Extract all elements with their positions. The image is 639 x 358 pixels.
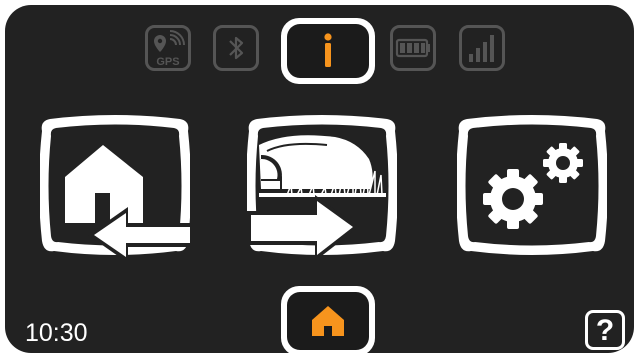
start-tile[interactable] [247,115,397,257]
gps-label: GPS [156,56,179,68]
settings-gears-icon [457,115,607,255]
park-tile[interactable] [40,115,190,257]
start-mowing-icon [247,115,397,257]
gps-status-icon[interactable]: GPS [145,25,191,71]
info-button[interactable] [281,18,375,84]
settings-tile[interactable] [457,115,607,257]
home-button[interactable] [281,286,375,353]
cellular-signal-icon[interactable] [459,25,505,71]
help-label: ? [595,314,615,347]
mower-display: GPS 10:30 ? [5,5,634,353]
info-icon [324,33,332,67]
bluetooth-icon[interactable] [213,25,259,71]
help-button[interactable]: ? [585,310,625,350]
park-home-icon [40,115,190,257]
battery-status-icon[interactable] [390,25,436,71]
clock: 10:30 [25,319,88,347]
home-icon [312,306,344,336]
